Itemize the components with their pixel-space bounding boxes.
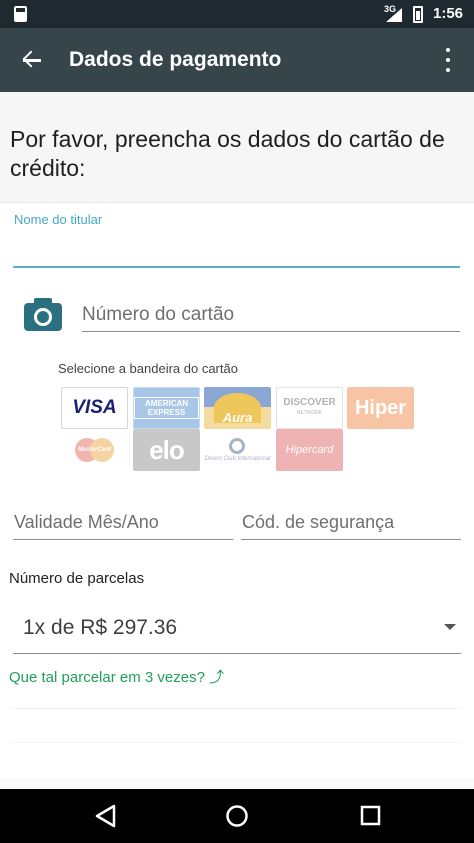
content-edge bbox=[0, 778, 474, 789]
holder-name-input[interactable] bbox=[13, 266, 460, 268]
brand-visa[interactable]: VISA bbox=[61, 387, 128, 429]
validity-placeholder: Validade Mês/Ano bbox=[14, 512, 159, 532]
diners-logo-icon bbox=[229, 437, 246, 454]
validity-input[interactable]: Validade Mês/Ano bbox=[13, 506, 233, 540]
signal-icon bbox=[386, 8, 402, 22]
nav-home-icon[interactable] bbox=[220, 800, 254, 832]
brand-mastercard[interactable]: MasterCard bbox=[61, 429, 128, 471]
page-title: Dados de pagamento bbox=[69, 48, 282, 71]
installments-label: Número de parcelas bbox=[9, 570, 145, 587]
sd-card-icon bbox=[14, 6, 27, 22]
card-number-placeholder: Número do cartão bbox=[82, 304, 235, 325]
dropdown-arrow-icon bbox=[444, 624, 456, 630]
status-bar: 3G 1:56 bbox=[0, 0, 474, 28]
brand-hipercard[interactable]: Hipercard bbox=[276, 429, 343, 471]
intro-panel: Por favor, preencha os dados do cartão d… bbox=[0, 92, 474, 203]
overflow-menu-icon[interactable] bbox=[436, 42, 460, 78]
holder-name-label: Nome do titular bbox=[14, 212, 103, 227]
divider bbox=[10, 742, 462, 743]
brand-hiper[interactable]: Hiper bbox=[347, 387, 414, 429]
installments-value: 1x de R$ 297.36 bbox=[23, 616, 178, 639]
nav-back-icon[interactable] bbox=[88, 800, 122, 832]
app-bar: Dados de pagamento bbox=[0, 28, 474, 92]
brand-diners[interactable]: Diners Club International bbox=[204, 429, 271, 471]
battery-icon bbox=[413, 6, 423, 23]
card-number-input[interactable]: Número do cartão bbox=[82, 300, 460, 332]
nav-recents-icon[interactable] bbox=[354, 800, 388, 832]
back-arrow-icon[interactable] bbox=[10, 40, 54, 80]
brand-aura[interactable]: Aura bbox=[204, 387, 271, 429]
installments-select[interactable]: 1x de R$ 297.36 bbox=[13, 606, 461, 654]
camera-icon[interactable] bbox=[24, 298, 62, 332]
security-code-placeholder: Cód. de segurança bbox=[242, 512, 395, 532]
navigation-bar bbox=[0, 789, 474, 843]
clock: 1:56 bbox=[433, 5, 464, 22]
divider bbox=[10, 708, 462, 709]
installment-suggestion-link[interactable]: Que tal parcelar em 3 vezes? ⤴ bbox=[9, 666, 224, 687]
brand-caption: Selecione a bandeira do cartão bbox=[58, 361, 238, 376]
brand-discover[interactable]: DISCOVER NETWORK bbox=[276, 387, 343, 429]
security-code-input[interactable]: Cód. de segurança bbox=[241, 506, 461, 540]
brand-amex[interactable]: AMERICAN EXPRESS bbox=[133, 387, 200, 429]
brand-elo[interactable]: elo bbox=[133, 429, 200, 471]
intro-text: Por favor, preencha os dados do cartão d… bbox=[10, 126, 445, 181]
